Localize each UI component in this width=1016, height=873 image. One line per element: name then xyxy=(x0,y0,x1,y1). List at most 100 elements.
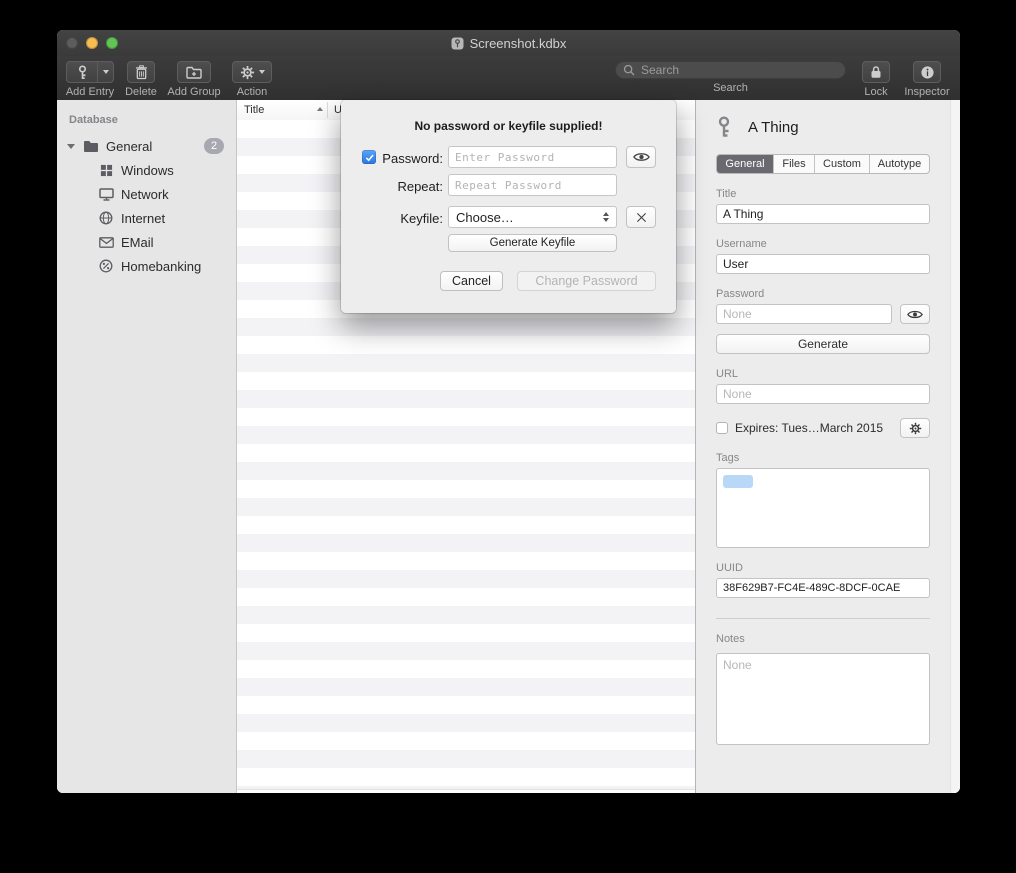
sidebar-item-label: Internet xyxy=(121,211,165,226)
lock-button[interactable]: Lock xyxy=(854,61,898,98)
disclosure-triangle-icon[interactable] xyxy=(67,144,75,149)
cancel-button[interactable]: Cancel xyxy=(440,271,503,291)
tab-files[interactable]: Files xyxy=(774,155,815,173)
action-button[interactable]: Action xyxy=(225,61,279,98)
close-x-icon xyxy=(636,212,647,223)
title-field[interactable] xyxy=(716,204,930,224)
dialog-repeat-label: Repeat: xyxy=(361,179,443,194)
info-icon xyxy=(920,65,935,80)
notes-label: Notes xyxy=(716,633,930,645)
lock-icon xyxy=(869,65,883,79)
keyfile-select[interactable]: Choose… xyxy=(448,206,617,228)
tab-autotype[interactable]: Autotype xyxy=(870,155,929,173)
search-field[interactable] xyxy=(615,61,846,79)
username-field[interactable] xyxy=(716,254,930,274)
scrollbar-track[interactable] xyxy=(950,100,960,793)
toolbar: Add Entry Delete Add Group xyxy=(57,56,960,101)
entry-title: A Thing xyxy=(748,119,799,136)
sidebar-item-network[interactable]: Network xyxy=(57,182,236,206)
gear-icon xyxy=(909,422,922,435)
generate-keyfile-button[interactable]: Generate Keyfile xyxy=(448,234,617,252)
envelope-icon xyxy=(97,237,115,248)
folder-icon xyxy=(82,140,100,153)
tab-custom[interactable]: Custom xyxy=(815,155,870,173)
tags-field[interactable] xyxy=(716,468,930,548)
sidebar-group-general[interactable]: General 2 xyxy=(57,134,236,158)
sidebar-item-label: Network xyxy=(121,187,169,202)
action-dropdown-icon xyxy=(259,70,265,74)
expires-row: Expires: Tues…March 2015 xyxy=(716,418,930,438)
url-field-label: URL xyxy=(716,368,930,380)
app-window: Screenshot.kdbx Add Entry Delete xyxy=(57,30,960,793)
add-entry-label: Add Entry xyxy=(61,86,119,98)
dialog-password-input[interactable] xyxy=(448,146,617,168)
add-entry-key-icon[interactable] xyxy=(67,62,98,82)
add-entry-button[interactable]: Add Entry xyxy=(61,61,119,98)
change-password-button[interactable]: Change Password xyxy=(517,271,656,291)
traffic-lights xyxy=(66,37,118,49)
window-title: Screenshot.kdbx xyxy=(470,36,567,51)
close-button[interactable] xyxy=(66,37,78,49)
sidebar: Database General 2 Windows Network xyxy=(57,100,237,793)
group-label: General xyxy=(106,139,152,154)
column-divider[interactable] xyxy=(327,102,328,118)
dialog-reveal-password-button[interactable] xyxy=(626,146,656,168)
percent-icon xyxy=(97,259,115,273)
column-header-title[interactable]: Title xyxy=(244,104,264,116)
dialog-password-label: Password: xyxy=(371,151,443,166)
expires-settings-button[interactable] xyxy=(900,418,930,438)
notes-field[interactable] xyxy=(716,653,930,745)
uuid-label: UUID xyxy=(716,562,930,574)
reveal-password-button[interactable] xyxy=(900,304,930,324)
minimize-button[interactable] xyxy=(86,37,98,49)
sidebar-item-windows[interactable]: Windows xyxy=(57,158,236,182)
group-count-badge: 2 xyxy=(204,138,224,154)
tab-general[interactable]: General xyxy=(717,155,774,173)
tags-label: Tags xyxy=(716,452,930,464)
clear-keyfile-button[interactable] xyxy=(626,206,656,228)
uuid-field[interactable] xyxy=(716,578,930,598)
keyfile-select-value: Choose… xyxy=(456,210,514,225)
add-group-folder-icon xyxy=(186,66,202,79)
eye-icon xyxy=(907,309,923,320)
search-area: Search xyxy=(615,61,846,94)
sidebar-item-email[interactable]: EMail xyxy=(57,230,236,254)
sort-ascending-icon xyxy=(317,107,323,111)
windows-icon xyxy=(97,164,115,177)
document-icon xyxy=(451,37,464,50)
search-label: Search xyxy=(615,82,846,94)
password-field-label: Password xyxy=(716,288,930,300)
generate-password-button[interactable]: Generate xyxy=(716,334,930,354)
dialog-repeat-input[interactable] xyxy=(448,174,617,196)
dialog-keyfile-label: Keyfile: xyxy=(361,211,443,226)
window-title-area: Screenshot.kdbx xyxy=(57,30,960,56)
search-input[interactable] xyxy=(639,62,838,78)
search-icon xyxy=(623,64,635,76)
gear-icon xyxy=(240,65,255,80)
delete-button[interactable]: Delete xyxy=(119,61,163,98)
inspector-label: Inspector xyxy=(899,86,955,98)
sidebar-item-label: EMail xyxy=(121,235,154,250)
tag-chip[interactable] xyxy=(723,475,753,488)
change-password-dialog: No password or keyfile supplied! Passwor… xyxy=(341,100,676,313)
add-group-button[interactable]: Add Group xyxy=(163,61,225,98)
sidebar-section-header: Database xyxy=(69,114,236,126)
inspector-button[interactable]: Inspector xyxy=(899,61,955,98)
zoom-button[interactable] xyxy=(106,37,118,49)
expires-checkbox[interactable] xyxy=(716,422,728,434)
title-field-label: Title xyxy=(716,188,930,200)
sidebar-item-label: Windows xyxy=(121,163,174,178)
sidebar-item-label: Homebanking xyxy=(121,259,201,274)
dialog-message: No password or keyfile supplied! xyxy=(341,119,676,133)
password-field[interactable] xyxy=(716,304,892,324)
sidebar-item-homebanking[interactable]: Homebanking xyxy=(57,254,236,278)
sidebar-item-internet[interactable]: Internet xyxy=(57,206,236,230)
stepper-icon xyxy=(603,212,609,222)
monitor-icon xyxy=(97,188,115,201)
expires-label: Expires: Tues…March 2015 xyxy=(735,421,893,435)
title-bar: Screenshot.kdbx xyxy=(57,30,960,56)
entry-header: A Thing xyxy=(716,113,930,141)
url-field[interactable] xyxy=(716,384,930,404)
globe-icon xyxy=(97,211,115,225)
add-entry-dropdown-icon[interactable] xyxy=(98,62,113,82)
